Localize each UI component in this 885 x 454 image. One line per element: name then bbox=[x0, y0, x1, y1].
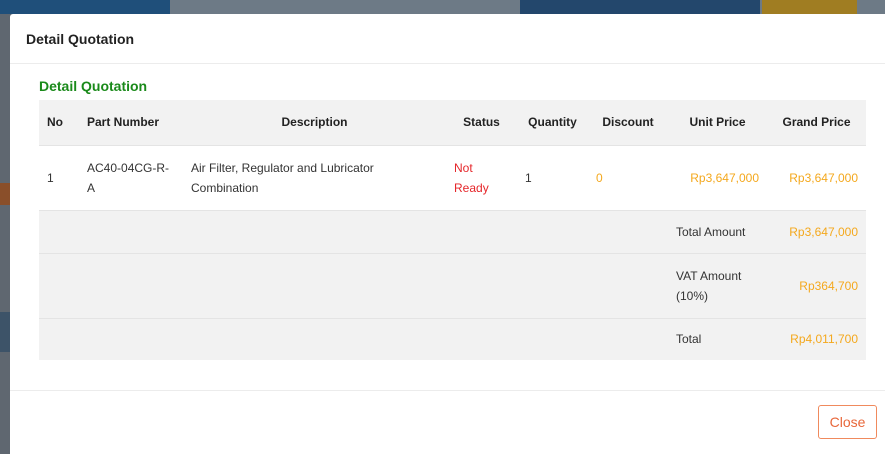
modal-header: Detail Quotation bbox=[10, 14, 885, 64]
summary-row-total-amount: Total Amount Rp3,647,000 bbox=[39, 210, 866, 254]
modal-title: Detail Quotation bbox=[26, 30, 135, 47]
header-part-number: Part Number bbox=[79, 100, 183, 146]
cell-part-number: AC40-04CG-R-A bbox=[79, 145, 183, 211]
header-no: No bbox=[39, 100, 79, 146]
cell-status: Not Ready bbox=[446, 145, 517, 211]
background-nav-area bbox=[520, 0, 760, 14]
background-logo-area bbox=[0, 0, 170, 14]
header-unit-price: Unit Price bbox=[668, 100, 767, 146]
table-row: 1 AC40-04CG-R-A Air Filter, Regulator an… bbox=[39, 145, 866, 211]
modal-body: Detail Quotation No Part Number Descript… bbox=[10, 64, 885, 360]
detail-quotation-modal: Detail Quotation Detail Quotation No Par… bbox=[10, 14, 885, 454]
cell-no: 1 bbox=[39, 145, 79, 211]
cell-discount: 0 bbox=[588, 145, 668, 211]
close-button[interactable]: Close bbox=[818, 405, 877, 439]
section-title: Detail Quotation bbox=[39, 78, 148, 94]
cell-unit-price: Rp3,647,000 bbox=[668, 145, 767, 211]
background-topbar bbox=[0, 0, 885, 14]
header-status: Status bbox=[446, 100, 517, 146]
cell-grand-price: Rp3,647,000 bbox=[767, 145, 866, 211]
background-user-area bbox=[762, 0, 857, 14]
summary-row-total: Total Rp4,011,700 bbox=[39, 318, 866, 360]
cell-quantity: 1 bbox=[517, 145, 588, 211]
modal-footer: Close bbox=[10, 390, 885, 454]
cell-description: Air Filter, Regulator and Lubricator Com… bbox=[183, 145, 446, 211]
background-sidebar-chip bbox=[0, 312, 10, 352]
vat-label: VAT Amount (10%) bbox=[668, 253, 767, 319]
table-header-row: No Part Number Description Status Quanti… bbox=[39, 100, 866, 146]
total-value: Rp4,011,700 bbox=[767, 318, 866, 360]
header-grand-price: Grand Price bbox=[767, 100, 866, 146]
summary-row-vat: VAT Amount (10%) Rp364,700 bbox=[39, 253, 866, 319]
total-amount-label: Total Amount bbox=[668, 210, 767, 254]
header-discount: Discount bbox=[588, 100, 668, 146]
background-sidebar-chip bbox=[0, 183, 10, 205]
quotation-table: No Part Number Description Status Quanti… bbox=[39, 100, 866, 360]
header-description: Description bbox=[183, 100, 446, 146]
total-amount-value: Rp3,647,000 bbox=[767, 210, 866, 254]
total-label: Total bbox=[668, 318, 767, 360]
header-quantity: Quantity bbox=[517, 100, 588, 146]
vat-value: Rp364,700 bbox=[767, 253, 866, 319]
